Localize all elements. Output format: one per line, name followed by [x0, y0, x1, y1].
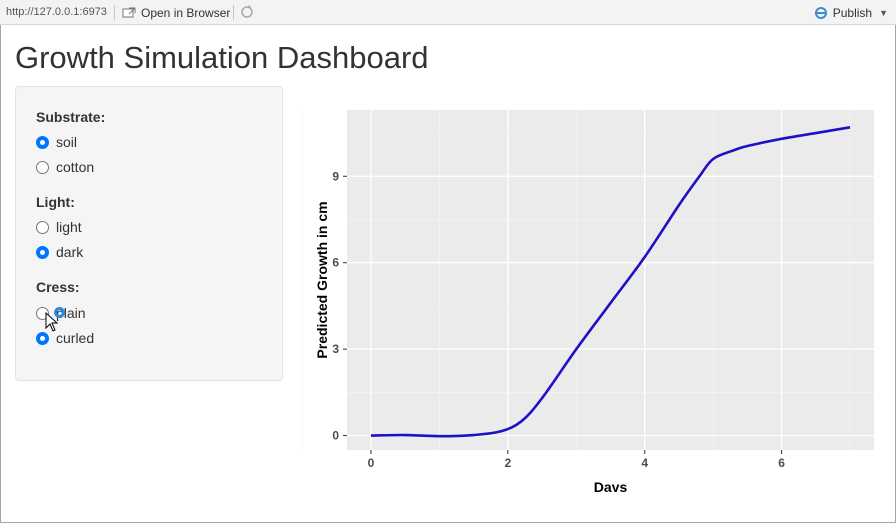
toolbar-divider [114, 5, 115, 20]
chevron-down-icon[interactable]: ▼ [879, 8, 888, 18]
viewer-toolbar: http://127.0.0.1:6973 Open in Browser Pu… [0, 0, 896, 25]
open-browser-icon [122, 7, 136, 18]
publish-button[interactable]: Publish ▼ [813, 4, 888, 22]
page-title: Growth Simulation Dashboard [15, 40, 429, 75]
substrate-label: Substrate: [36, 109, 106, 125]
radio-cress-curled[interactable]: curled [36, 330, 94, 346]
chart-svg: 0 2 4 6 0 3 6 9 Days Predicted Growth in cm [302, 110, 874, 495]
radio-button[interactable] [36, 306, 49, 320]
open-in-browser-label: Open in Browser [141, 6, 231, 20]
x-tick-label: 4 [641, 456, 648, 470]
light-label: Light: [36, 194, 75, 210]
radio-substrate-soil[interactable]: soil [36, 134, 77, 150]
radio-label: curled [56, 330, 95, 346]
x-tick-label: 0 [368, 456, 375, 470]
radio-substrate-cotton[interactable]: cotton [36, 159, 94, 175]
plot-background [347, 110, 874, 450]
radio-label: plain [56, 305, 86, 321]
radio-light-dark[interactable]: dark [36, 244, 83, 260]
radio-button[interactable] [36, 135, 49, 149]
toolbar-divider [233, 5, 234, 20]
y-tick-label: 6 [332, 256, 339, 270]
radio-cress-plain[interactable]: plain [36, 305, 86, 321]
radio-label: dark [56, 244, 84, 260]
y-tick-label: 0 [332, 429, 339, 443]
x-tick-label: 6 [778, 456, 785, 470]
open-in-browser-button[interactable]: Open in Browser [122, 4, 230, 22]
publish-label: Publish [832, 6, 873, 20]
radio-button[interactable] [36, 160, 49, 174]
url-text: http://127.0.0.1:6973 [6, 6, 107, 18]
radio-label: soil [56, 134, 78, 150]
y-tick-label: 3 [332, 342, 339, 356]
growth-chart: 0 2 4 6 0 3 6 9 Days Predicted Growth in cm [300, 92, 890, 495]
radio-label: light [56, 219, 82, 235]
y-tick-label: 9 [332, 169, 339, 183]
radio-button[interactable] [36, 220, 49, 234]
cress-label: Cress: [36, 279, 80, 295]
radio-light-light[interactable]: light [36, 219, 82, 235]
x-axis-label: Days [594, 479, 628, 492]
refresh-icon[interactable] [240, 5, 254, 19]
x-tick-label: 2 [504, 456, 511, 470]
publish-icon [814, 7, 827, 19]
sidebar-panel: Substrate: soil cotton Light: light dark… [15, 86, 283, 381]
y-axis-label: Predicted Growth in cm [314, 201, 330, 358]
radio-label: cotton [56, 159, 95, 175]
radio-button[interactable] [36, 331, 49, 345]
radio-button[interactable] [36, 245, 49, 259]
